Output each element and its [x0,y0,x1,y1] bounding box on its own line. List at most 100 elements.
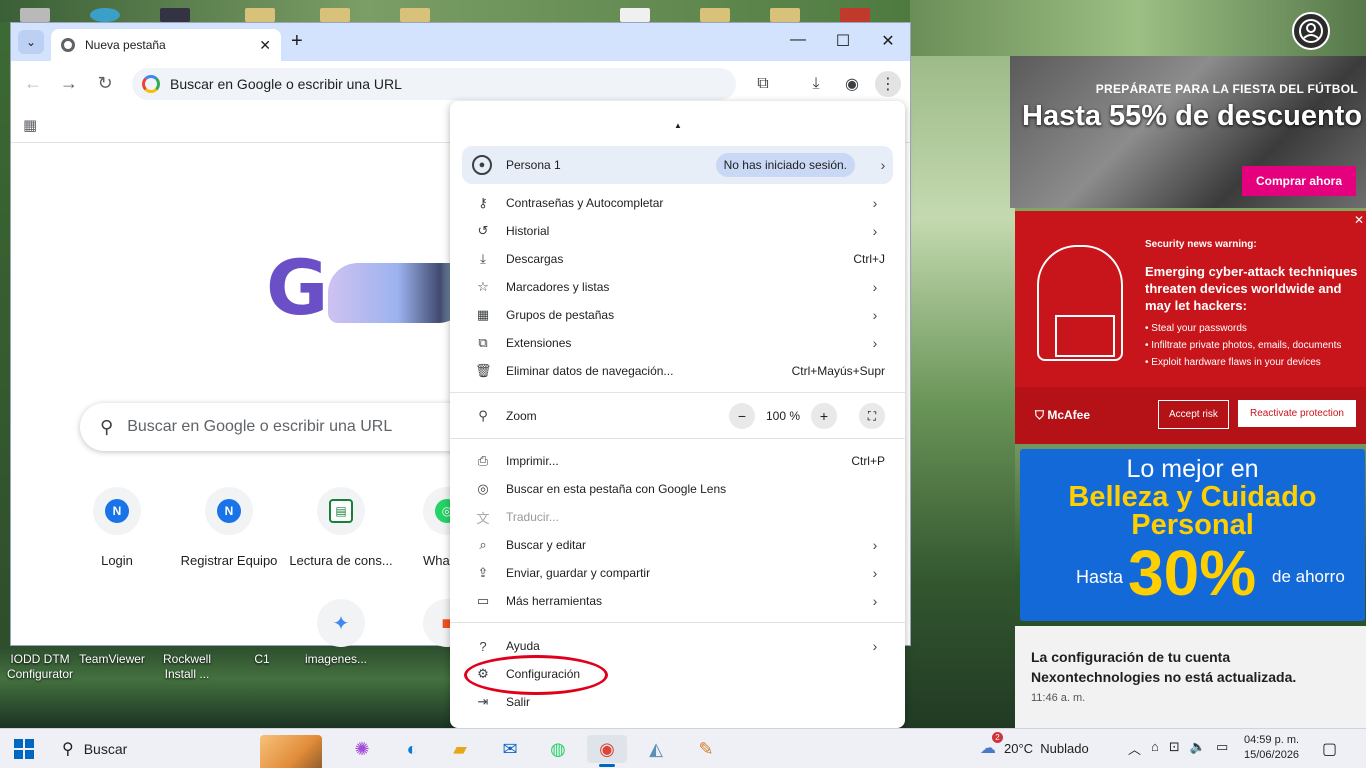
maximize-button[interactable]: ☐ [828,31,858,51]
profile-icon[interactable]: ◉ [839,71,865,97]
shortcut-login[interactable]: N Login [61,487,173,568]
copilot-icon[interactable]: ✺ [342,735,382,763]
menu-item-print[interactable]: ⎙ Imprimir... Ctrl+P [450,447,905,475]
taskbar-search[interactable]: ⚲ Buscar [52,733,322,768]
account-notification[interactable]: La configuración de tu cuenta Nexontechn… [1015,626,1366,728]
zoom-in-button[interactable]: + [811,403,837,429]
desktop-icon-rockwell[interactable]: Rockwell Install ... [147,652,227,682]
paint-icon[interactable]: ✎ [686,735,726,763]
reload-button[interactable]: ↻ [93,74,117,92]
fullscreen-button[interactable]: ⛶ [859,403,885,429]
tray-app-icon[interactable]: ⌂ [1151,739,1159,758]
extensions-puzzle-icon[interactable]: ⧉ [750,71,776,97]
app-icon[interactable] [840,8,870,22]
menu-dots-icon[interactable]: ⋮ [875,71,901,97]
folder-icon[interactable] [770,8,800,22]
zoom-icon: ⚲ [478,408,488,423]
chrome-taskbar-icon[interactable]: ◉ [587,735,627,767]
tab-search-button[interactable]: ⌄ [18,30,44,54]
weather-widget[interactable]: ☁ 2 20°C Nublado [980,732,1089,758]
whatsapp-icon[interactable]: ◍ [538,735,578,763]
menu-item-extensions[interactable]: ⧉ Extensiones › [450,329,905,357]
clock[interactable]: 04:59 p. m. 15/06/2026 [1244,733,1299,763]
ad-hasta: Hasta [1076,567,1124,587]
folder-icon[interactable] [400,8,430,22]
forward-button[interactable]: → [57,74,81,92]
desktop-icon[interactable] [160,8,190,22]
chevron-right-icon: › [872,335,878,351]
menu-item-bookmarks[interactable]: ☆ Marcadores y listas › [450,273,905,301]
menu-item-history[interactable]: ↺ Historial › [450,217,905,245]
shortcut-registrar-equipo[interactable]: N Registrar Equipo [173,487,285,568]
menu-item-share[interactable]: ⇪ Enviar, guardar y compartir › [450,559,905,587]
accept-risk-button[interactable]: Accept risk [1158,400,1229,429]
desktop-icon-label: TeamViewer [79,652,145,666]
menu-item-google-lens[interactable]: ◎ Buscar en esta pestaña con Google Lens [450,475,905,503]
battery-icon[interactable]: ▭ [1216,739,1228,758]
shortcut-microsoft[interactable]: ■ [397,599,457,647]
download-icon[interactable]: ⤓ [803,71,829,97]
file-explorer-icon[interactable]: ▰ [440,735,480,763]
reactivate-protection-button[interactable]: Reactivate protection [1238,400,1356,427]
new-tab-button[interactable]: + [291,31,303,51]
desktop-icon-iodd[interactable]: IODD DTM Configurator [0,652,80,682]
cloud-icon: ☁ 2 [980,732,1003,758]
desktop-icon[interactable] [20,8,50,22]
menu-profile-row[interactable]: ● Persona 1 No has iniciado sesión. › [462,146,893,184]
folder-icon[interactable] [320,8,350,22]
chevron-right-icon: › [872,593,878,609]
ad-beauty-sale[interactable]: Lo mejor en Belleza y Cuidado Personal H… [1020,449,1365,621]
desktop-icon-c1[interactable]: C1 [222,652,302,667]
menu-item-downloads[interactable]: ⤓ Descargas Ctrl+J [450,245,905,273]
omnibox[interactable]: Buscar en Google o escribir una URL [132,68,736,100]
menu-item-tab-groups[interactable]: ▦ Grupos de pestañas › [450,301,905,329]
search-label: Buscar [83,741,128,757]
menu-item-find-edit[interactable]: ⌕ Buscar y editar › [450,531,905,559]
desktop-wallpaper-left [0,0,10,728]
desktop-icon-label: Rockwell Install ... [162,652,211,681]
chevron-up-icon[interactable]: ︿ [1128,739,1141,758]
close-window-button[interactable]: ✕ [873,31,903,51]
menu-item-more-tools[interactable]: ▭ Más herramientas › [450,587,905,615]
outlook-icon[interactable]: ✉ [490,735,530,763]
speaker-icon[interactable]: 🔈 [1190,739,1206,758]
back-button[interactable]: ← [21,74,45,92]
menu-item-passwords[interactable]: ⚷ Contraseñas y Autocompletar › [450,189,905,217]
close-icon[interactable]: ✕ [1354,213,1364,227]
edge-icon[interactable]: ◐ [392,735,432,763]
ad-security-warning[interactable]: ✕ Security news warning: Emerging cyber-… [1015,211,1366,444]
zoom-out-button[interactable]: − [729,403,755,429]
menu-item-clear-data[interactable]: 🗑 Eliminar datos de navegación... Ctrl+M… [450,357,905,385]
minimize-button[interactable]: — [783,31,813,49]
close-icon[interactable]: ✕ [259,37,271,54]
menu-item-zoom: ⚲ Zoom − 100 % + ⛶ [450,402,905,430]
desktop-icon-imagenes[interactable]: imagenes... [296,652,376,667]
shortcut-lectura[interactable]: ▤ Lectura de cons... [285,487,397,568]
ad-kicker: Security news warning: [1145,239,1257,250]
desktop-icon-teamviewer[interactable]: TeamViewer [72,652,152,667]
chevron-right-icon: › [872,307,878,323]
omnibox-text: Buscar en Google o escribir una URL [170,76,402,92]
shortcut-icon: ▤ [317,487,365,535]
google-doodle[interactable]: G [266,243,468,333]
app-icon[interactable]: ◭ [636,735,676,763]
shortcut-label: Lectura de cons... [289,553,393,568]
ad-soccer-sale[interactable]: PREPÁRATE PARA LA FIESTA DEL FÚTBOL Hast… [1010,56,1366,208]
apps-grid-icon[interactable]: ▦ [23,116,37,134]
shortcut-whatsapp[interactable]: ◎ Wha [397,487,457,568]
document-icon[interactable] [620,8,650,22]
shortcut-text: Ctrl+J [853,252,885,266]
shortcut-gemini[interactable]: ✦ [285,599,397,647]
ad-line: Belleza y Cuidado [1068,481,1317,513]
notification-center-icon[interactable]: ▢ [1322,739,1337,759]
folder-icon[interactable] [245,8,275,22]
network-icon[interactable]: ⊡ [1169,739,1180,758]
desktop-icon[interactable] [90,8,120,22]
menu-item-label: Zoom [506,409,537,423]
user-account-icon[interactable] [1292,12,1330,50]
ad-buy-button[interactable]: Comprar ahora [1241,166,1356,196]
tab-new-tab[interactable]: Nueva pestaña ✕ [51,29,281,61]
start-button[interactable] [14,739,34,759]
folder-icon[interactable] [700,8,730,22]
notification-text: La configuración de tu cuenta Nexontechn… [1031,649,1297,685]
